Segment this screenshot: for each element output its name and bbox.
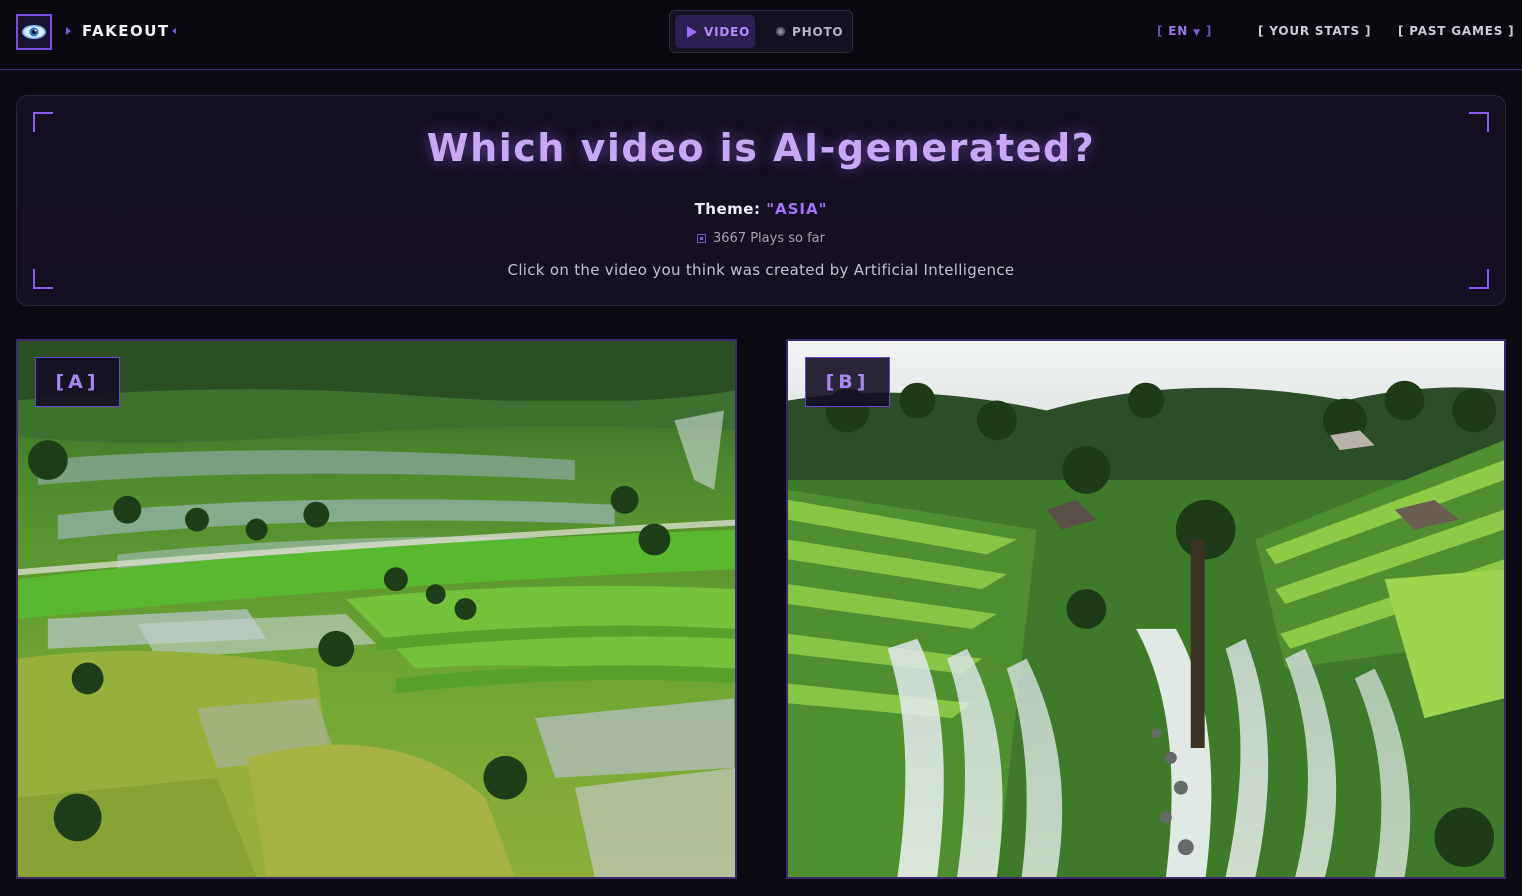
card-label-a: [A] — [35, 357, 120, 407]
brand-name[interactable]: FAKEOUT — [82, 22, 170, 40]
theme-value: "ASIA" — [766, 200, 828, 218]
caret-left-icon — [172, 28, 176, 34]
language-selector[interactable]: [ EN ▼ ] — [1157, 24, 1212, 38]
theme-line: Theme: "ASIA" — [17, 200, 1505, 218]
top-bar: FAKEOUT VIDEO PHOTO [ EN ▼ ] [ YOUR STAT… — [0, 0, 1522, 70]
video-mode-label: VIDEO — [704, 24, 751, 39]
rice-terrace-video-b[interactable] — [788, 341, 1504, 877]
language-label: EN — [1168, 24, 1189, 38]
caret-right-icon — [66, 27, 71, 35]
your-stats-link[interactable]: [ YOUR STATS ] — [1258, 24, 1371, 38]
bracket-open: [ — [1157, 24, 1164, 38]
rice-terrace-video-a[interactable] — [18, 341, 735, 877]
video-mode-button[interactable]: VIDEO — [675, 15, 755, 48]
photo-mode-button[interactable]: PHOTO — [762, 15, 850, 48]
play-icon — [687, 25, 697, 38]
question-panel: Which video is AI-generated? Theme: "ASI… — [16, 95, 1506, 306]
dot-icon — [776, 27, 785, 36]
video-card-a[interactable]: [A] — [16, 339, 737, 879]
mode-switch: VIDEO PHOTO — [669, 10, 853, 53]
eye-logo-icon[interactable] — [16, 14, 52, 50]
square-dot-icon — [697, 234, 706, 243]
plays-counter: 3667 Plays so far — [17, 231, 1505, 246]
bracket-close: ] — [1205, 24, 1213, 38]
page-title: Which video is AI-generated? — [426, 126, 1096, 170]
plays-text: 3667 Plays so far — [713, 231, 825, 246]
photo-mode-label: PHOTO — [792, 24, 844, 39]
past-games-link[interactable]: [ PAST GAMES ] — [1398, 24, 1514, 38]
video-card-b[interactable]: [B] — [786, 339, 1506, 879]
instruction-text: Click on the video you think was created… — [507, 261, 1015, 279]
chevron-down-icon: ▼ — [1193, 28, 1201, 38]
theme-prefix: Theme: — [694, 200, 761, 218]
card-label-b: [B] — [805, 357, 890, 407]
